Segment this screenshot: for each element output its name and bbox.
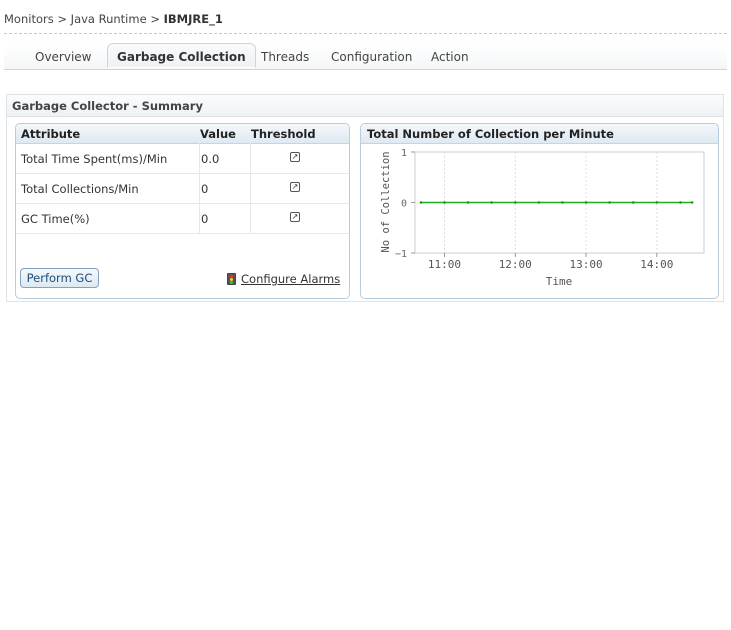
- threshold-edit-icon[interactable]: ↗: [290, 182, 300, 192]
- attribute-value: 0.0: [201, 152, 220, 166]
- chart-title: Total Number of Collection per Minute: [367, 127, 614, 141]
- breadcrumb-separator: >: [150, 12, 160, 26]
- breadcrumb-current: IBMJRE_1: [163, 12, 223, 26]
- data-point: [419, 201, 423, 204]
- data-point: [466, 201, 470, 204]
- perform-gc-button[interactable]: Perform GC: [20, 268, 99, 288]
- data-point: [514, 201, 517, 204]
- traffic-light-icon: [227, 273, 236, 285]
- data-point: [679, 201, 682, 204]
- tab-action[interactable]: Action: [431, 44, 469, 69]
- y-axis-ticks: 1 0 −1: [395, 148, 415, 260]
- breadcrumb: Monitors > Java Runtime > IBMJRE_1: [4, 12, 223, 26]
- data-point: [537, 201, 541, 204]
- collection-chart: 1 0 −1 11:00 12:00 13:00 14:00 Time No of Col…: [380, 148, 705, 288]
- x-tick-label: 13:00: [569, 258, 602, 271]
- configure-alarms-link[interactable]: Configure Alarms: [241, 272, 340, 286]
- tab-bar: Overview Garbage Collection Threads Conf…: [4, 43, 727, 70]
- tab-threads[interactable]: Threads: [261, 44, 309, 69]
- x-tick-label: 14:00: [640, 258, 673, 271]
- table-row: Total Collections/Min 0 ↗: [16, 173, 349, 204]
- data-point: [561, 201, 564, 204]
- breadcrumb-java-runtime[interactable]: Java Runtime: [71, 12, 147, 26]
- threshold-edit-icon[interactable]: ↗: [290, 212, 300, 222]
- y-axis-label: No of Collection: [380, 151, 392, 252]
- data-point: [584, 201, 588, 204]
- data-point: [691, 201, 694, 204]
- threshold-edit-icon[interactable]: ↗: [290, 152, 300, 162]
- attribute-table-panel: Attribute Value Threshold Total Time Spe…: [15, 123, 350, 299]
- y-tick-label: 1: [401, 148, 407, 159]
- attribute-value: 0: [201, 212, 209, 226]
- x-axis-label: Time: [546, 275, 573, 288]
- gc-summary-panel: Garbage Collector - Summary Attribute Va…: [6, 94, 724, 302]
- tab-overview[interactable]: Overview: [35, 44, 92, 69]
- header-threshold: Threshold: [251, 127, 316, 141]
- x-axis-ticks: 11:00 12:00 13:00 14:00: [428, 253, 673, 271]
- breadcrumb-separator: >: [57, 12, 68, 26]
- data-point: [632, 201, 635, 204]
- attribute-label: GC Time(%): [21, 212, 90, 226]
- attribute-value: 0: [201, 182, 209, 196]
- data-point: [443, 201, 446, 204]
- tab-configuration[interactable]: Configuration: [331, 44, 412, 69]
- data-point: [490, 201, 493, 204]
- summary-header: Garbage Collector - Summary: [7, 95, 723, 117]
- breadcrumb-monitors[interactable]: Monitors: [4, 12, 54, 26]
- divider: [4, 33, 727, 34]
- table-header: Attribute Value Threshold: [16, 124, 349, 144]
- tab-garbage-collection[interactable]: Garbage Collection: [107, 43, 256, 68]
- data-point: [608, 201, 611, 204]
- chart-panel: Total Number of Collection per Minute 1 0…: [360, 123, 719, 299]
- chart-header: Total Number of Collection per Minute: [361, 124, 718, 144]
- data-point: [655, 201, 659, 204]
- attribute-label: Total Collections/Min: [21, 182, 139, 196]
- y-tick-label: 0: [401, 199, 407, 210]
- summary-title: Garbage Collector - Summary: [12, 99, 203, 113]
- header-value: Value: [200, 127, 236, 141]
- x-tick-label: 12:00: [499, 258, 532, 271]
- y-tick-label: −1: [395, 249, 407, 260]
- x-tick-label: 11:00: [428, 258, 461, 271]
- table-row: Total Time Spent(ms)/Min 0.0 ↗: [16, 143, 349, 174]
- header-attribute: Attribute: [21, 127, 81, 141]
- table-row: GC Time(%) 0 ↗: [16, 203, 349, 234]
- attribute-label: Total Time Spent(ms)/Min: [21, 152, 168, 166]
